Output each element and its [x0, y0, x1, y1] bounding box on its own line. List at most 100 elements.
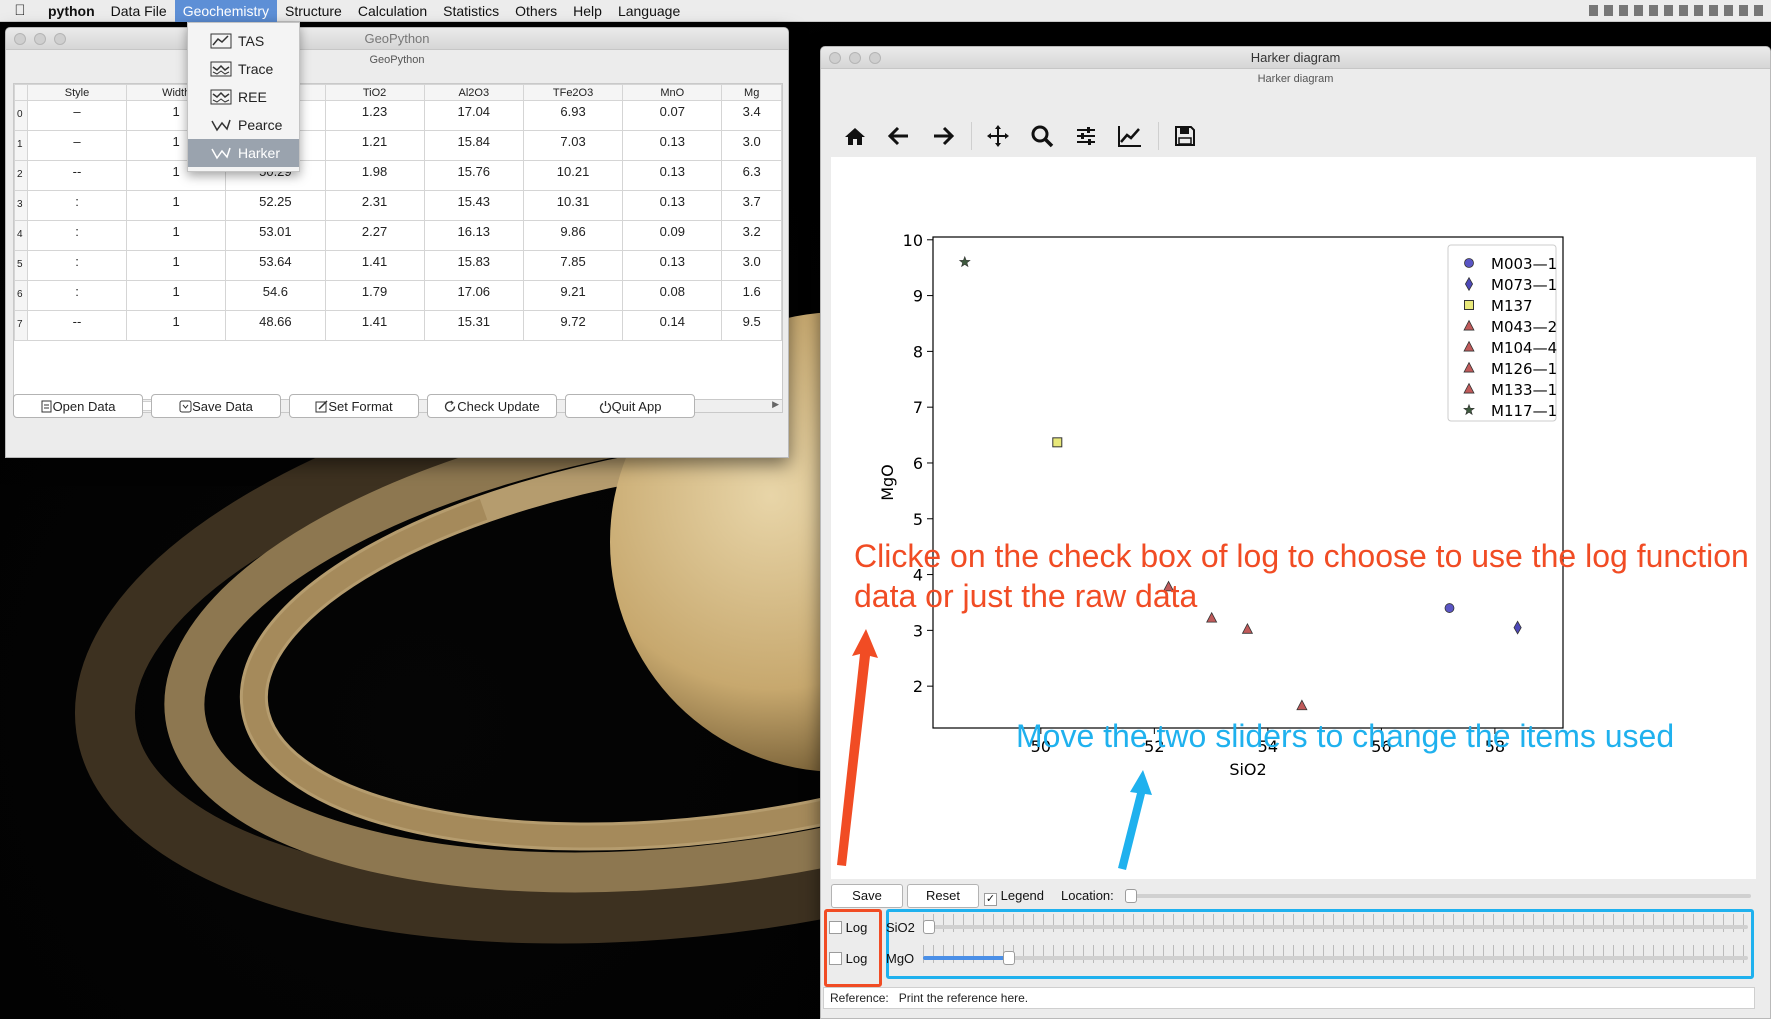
- menu-statistics[interactable]: Statistics: [435, 0, 507, 22]
- menu-item-pearce[interactable]: Pearce: [188, 111, 299, 139]
- tray-icon[interactable]: [1709, 5, 1718, 16]
- menu-others[interactable]: Others: [507, 0, 565, 22]
- table-cell[interactable]: :: [26, 280, 128, 311]
- table-cell[interactable]: 52.25: [225, 190, 326, 221]
- table-cell[interactable]: 1.21: [324, 130, 425, 161]
- open-data-button[interactable]: Open Data: [13, 394, 143, 418]
- log-x-toggle[interactable]: Log: [829, 920, 867, 935]
- scroll-right-icon[interactable]: ▶: [772, 399, 779, 410]
- table-row[interactable]: 1–1 1.21 15.84 7.03 0.13 3.0: [14, 130, 782, 161]
- column-header[interactable]: MnO: [622, 84, 723, 101]
- table-cell[interactable]: –: [26, 100, 128, 131]
- table-cell[interactable]: 0.14: [622, 310, 723, 341]
- table-row[interactable]: 5:1 53.64 1.41 15.83 7.85 0.13 3.0: [14, 250, 782, 281]
- table-cell[interactable]: 1.98: [324, 160, 425, 191]
- table-cell[interactable]: 1: [126, 220, 227, 251]
- table-cell[interactable]: 17.04: [423, 100, 524, 131]
- log-y-toggle[interactable]: Log: [829, 951, 867, 966]
- tray-icon[interactable]: [1649, 5, 1658, 16]
- tray-icon[interactable]: [1619, 5, 1628, 16]
- table-cell[interactable]: 3.4: [721, 100, 782, 131]
- table-row[interactable]: 2--150.291.9815.7610.210.136.3: [14, 160, 782, 191]
- pan-button[interactable]: [980, 118, 1016, 154]
- table-row[interactable]: 3:1 52.25 2.31 15.43 10.31 0.13 3.7: [14, 190, 782, 221]
- table-cell[interactable]: 3.7: [721, 190, 782, 221]
- table-cell[interactable]: 53.01: [225, 220, 326, 251]
- menu-language[interactable]: Language: [610, 0, 688, 22]
- table-cell[interactable]: 2.27: [324, 220, 425, 251]
- reset-button[interactable]: Reset: [907, 884, 979, 908]
- zoom-button[interactable]: [54, 33, 66, 45]
- tray-icon[interactable]: [1604, 5, 1613, 16]
- save-data-button[interactable]: Save Data: [151, 394, 281, 418]
- tray-icon[interactable]: [1739, 5, 1748, 16]
- column-header[interactable]: TiO2: [324, 84, 425, 101]
- x-item-slider[interactable]: [923, 925, 1748, 929]
- row-header[interactable]: 2: [14, 160, 28, 191]
- row-header[interactable]: 4: [14, 220, 28, 251]
- table-cell[interactable]: 54.6: [225, 280, 326, 311]
- log-y-checkbox[interactable]: [829, 952, 842, 965]
- save-button[interactable]: Save: [831, 884, 903, 908]
- row-header[interactable]: 5: [14, 250, 28, 281]
- reference-field[interactable]: Reference: Print the reference here.: [823, 987, 1755, 1009]
- table-cell[interactable]: 3.0: [721, 130, 782, 161]
- table-cell[interactable]: 15.84: [423, 130, 524, 161]
- apple-icon[interactable]: : [0, 0, 40, 22]
- table-cell[interactable]: 1: [126, 190, 227, 221]
- table-cell[interactable]: 1.79: [324, 280, 425, 311]
- table-cell[interactable]: 0.13: [622, 250, 723, 281]
- table-cell[interactable]: 9.72: [522, 310, 624, 341]
- table-cell[interactable]: --: [26, 160, 128, 191]
- edit-axes-button[interactable]: [1112, 118, 1148, 154]
- table-cell[interactable]: :: [26, 250, 128, 281]
- row-header[interactable]: 7: [14, 310, 28, 341]
- table-cell[interactable]: :: [26, 190, 128, 221]
- table-cell[interactable]: 3.0: [721, 250, 782, 281]
- menu-item-trace[interactable]: Trace: [188, 55, 299, 83]
- y-item-slider-handle[interactable]: [1003, 951, 1015, 965]
- table-cell[interactable]: 6.3: [721, 160, 782, 191]
- table-cell[interactable]: 10.21: [522, 160, 624, 191]
- table-cell[interactable]: 0.07: [622, 100, 723, 131]
- menu-item-ree[interactable]: REE: [188, 83, 299, 111]
- set-format-button[interactable]: Set Format: [289, 394, 419, 418]
- table-cell[interactable]: 1.6: [721, 280, 782, 311]
- zoom-button-tool[interactable]: [1024, 118, 1060, 154]
- check-update-button[interactable]: Check Update: [427, 394, 557, 418]
- row-header[interactable]: 6: [14, 280, 28, 311]
- table-cell[interactable]: 9.21: [522, 280, 624, 311]
- table-cell[interactable]: 1.41: [324, 250, 425, 281]
- table-row[interactable]: 7 -- 1 48.66 1.41 15.31 9.72 0.14 9.5: [14, 310, 782, 341]
- close-button[interactable]: [14, 33, 26, 45]
- table-cell[interactable]: –: [26, 130, 128, 161]
- table-cell[interactable]: 15.43: [423, 190, 524, 221]
- y-item-slider[interactable]: [923, 956, 1748, 960]
- table-cell[interactable]: 1: [126, 280, 227, 311]
- table-cell[interactable]: 1.41: [324, 310, 425, 341]
- table-cell[interactable]: 0.13: [622, 190, 723, 221]
- table-cell[interactable]: 10.31: [522, 190, 624, 221]
- table-cell[interactable]: 15.83: [423, 250, 524, 281]
- table-cell[interactable]: 7.03: [522, 130, 624, 161]
- tray-icon[interactable]: [1724, 5, 1733, 16]
- table-row[interactable]: 0–1 1.23 17.04 6.93 0.07 3.4: [14, 100, 782, 131]
- configure-button[interactable]: [1068, 118, 1104, 154]
- table-cell[interactable]: 1.23: [324, 100, 425, 131]
- window-titlebar[interactable]: Harker diagram: [821, 47, 1770, 69]
- data-table[interactable]: Style Width TiO2 Al2O3 TFe2O3 MnO Mg 0–1…: [13, 83, 783, 413]
- forward-button[interactable]: [925, 118, 961, 154]
- table-cell[interactable]: 0.13: [622, 130, 723, 161]
- menu-structure[interactable]: Structure: [277, 0, 350, 22]
- location-slider[interactable]: [1131, 894, 1751, 898]
- column-header[interactable]: Style: [26, 84, 128, 101]
- legend-checkbox[interactable]: ✓: [984, 893, 997, 906]
- table-cell[interactable]: 17.06: [423, 280, 524, 311]
- table-cell[interactable]: :: [26, 220, 128, 251]
- table-cell[interactable]: 48.66: [225, 310, 326, 341]
- menu-app-name[interactable]: python: [40, 0, 103, 22]
- table-cell[interactable]: 7.85: [522, 250, 624, 281]
- table-cell[interactable]: 0.13: [622, 160, 723, 191]
- table-cell[interactable]: 0.08: [622, 280, 723, 311]
- tray-icon[interactable]: [1589, 5, 1598, 16]
